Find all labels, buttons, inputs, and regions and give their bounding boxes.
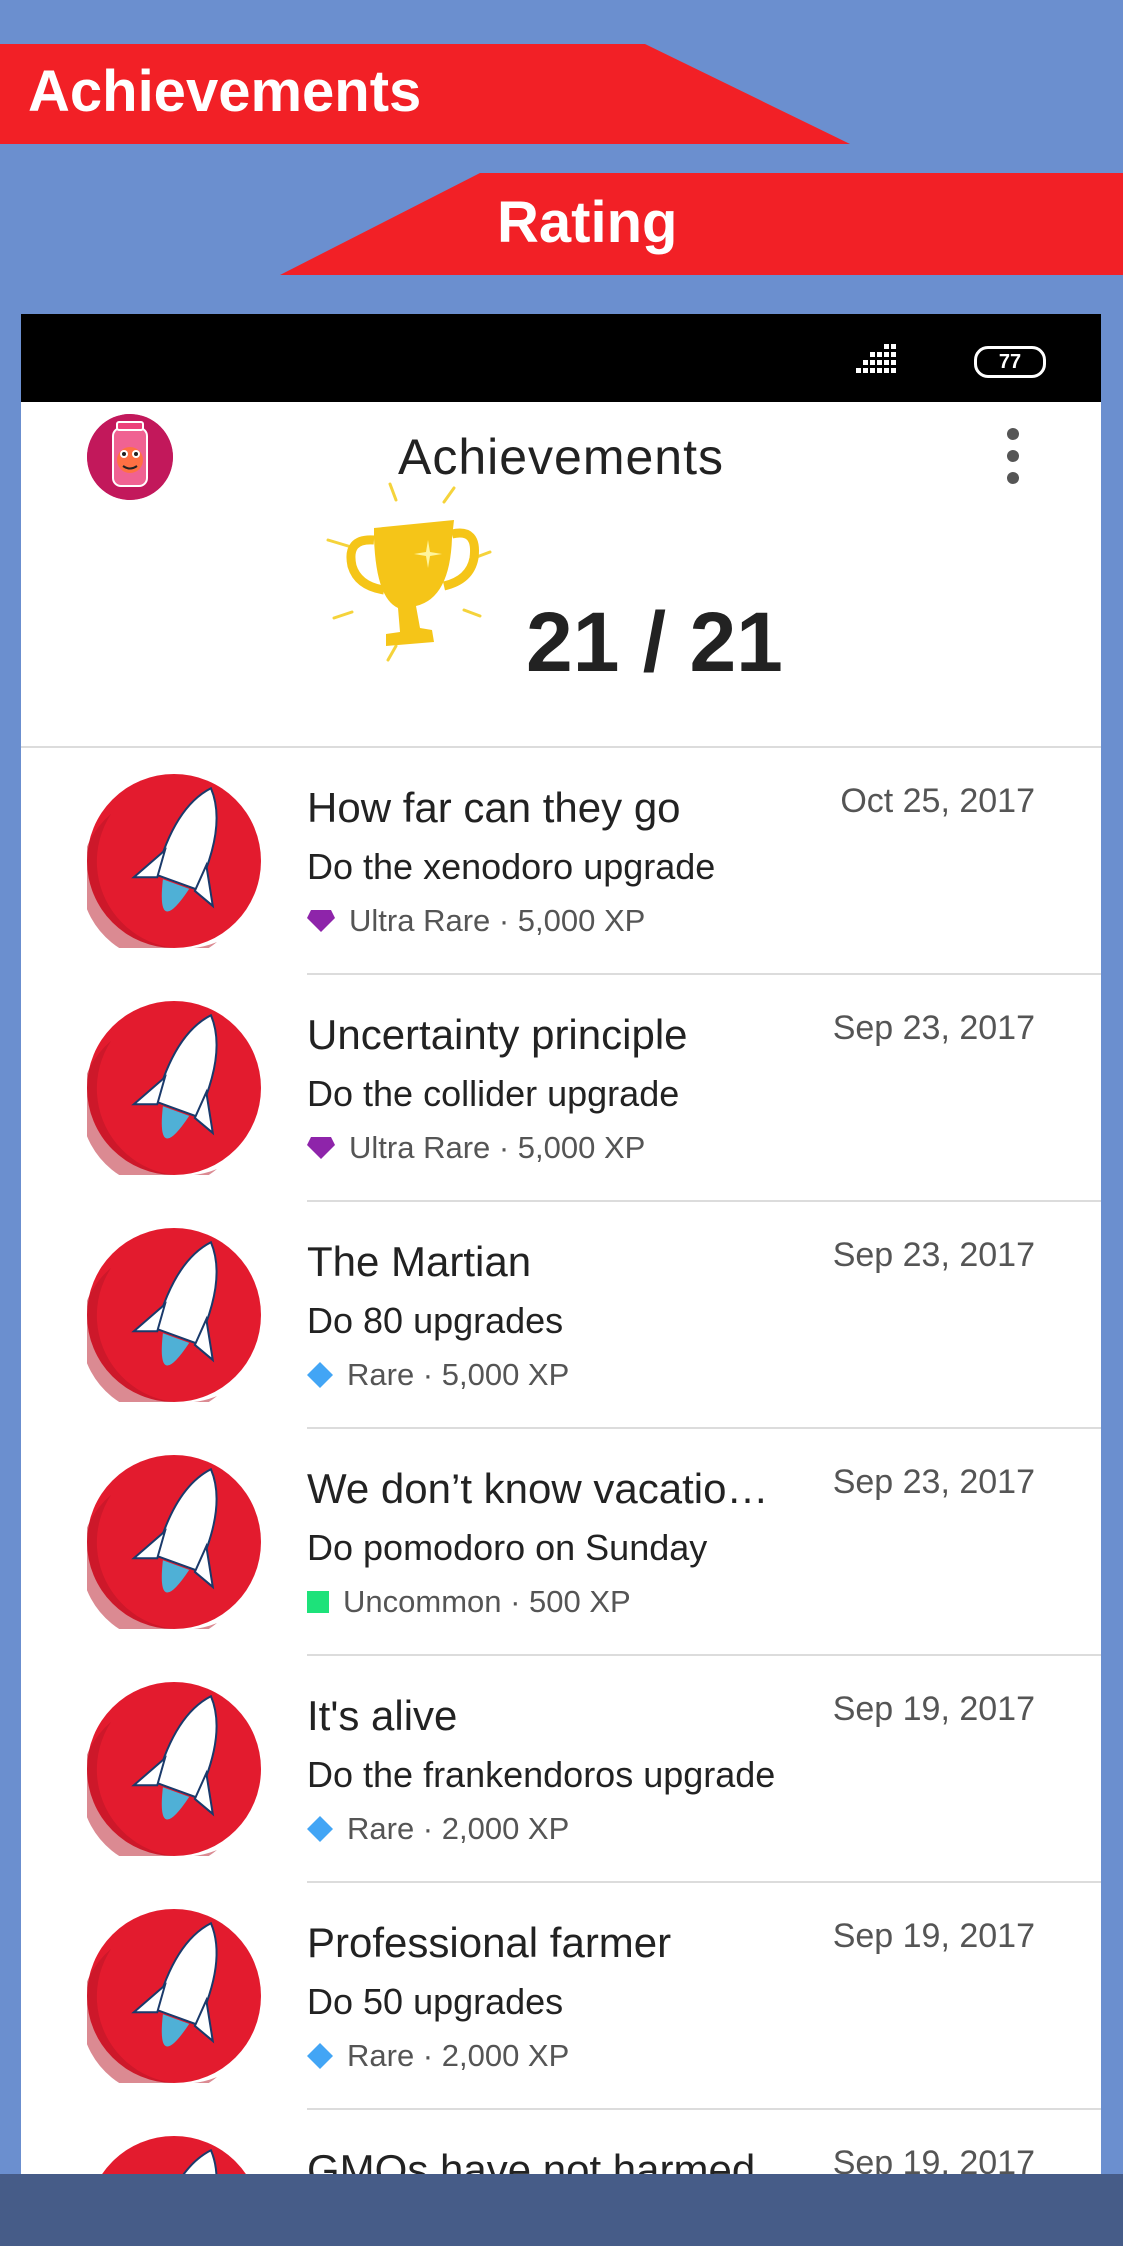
- achievements-banner: Achievements: [0, 44, 850, 144]
- gem-icon: [307, 1137, 335, 1159]
- achievement-meta: Rare · 2,000 XP: [307, 2038, 569, 2074]
- achievement-count: 21 / 21: [526, 595, 783, 689]
- achievement-title: Uncertainty principle: [307, 1011, 688, 1058]
- achievement-description: Do the collider upgrade: [307, 1073, 680, 1114]
- achievement-description: Do 80 upgrades: [307, 1300, 564, 1341]
- rocket-badge-icon: [87, 774, 261, 948]
- rocket-badge-icon: [87, 1682, 261, 1856]
- achievement-meta: Ultra Rare · 5,000 XP: [307, 1130, 645, 1166]
- achievement-description: Do pomodoro on Sunday: [307, 1527, 708, 1568]
- achievement-title: We don’t know vacation…: [307, 1465, 777, 1512]
- achievement-date: Sep 19, 2017: [832, 1917, 1035, 1955]
- achievement-description: Do the xenodoro upgrade: [307, 846, 716, 887]
- achievement-description: Do the frankendoros upgrade: [307, 1754, 776, 1795]
- achievement-title: Professional farmer: [307, 1919, 672, 1966]
- achievement-date: Sep 19, 2017: [832, 1690, 1035, 1728]
- square-icon: [307, 1591, 329, 1613]
- achievement-summary: 21 / 21: [21, 482, 1101, 748]
- battery-icon: 77: [974, 346, 1046, 378]
- achievement-rarity-xp: Rare · 2,000 XP: [347, 1811, 570, 1846]
- achievement-meta: Rare · 5,000 XP: [307, 1357, 569, 1393]
- app-bar: Achievements: [21, 402, 1101, 514]
- rating-banner: Rating: [280, 173, 1123, 275]
- rocket-badge-icon: [87, 1228, 261, 1402]
- achievement-description: Do 50 upgrades: [307, 1981, 564, 2022]
- list-item[interactable]: We don’t know vacation… Sep 23, 2017 Do …: [21, 1429, 1101, 1656]
- achievement-rarity-xp: Rare · 5,000 XP: [347, 1357, 570, 1392]
- diamond-icon: [307, 2043, 333, 2069]
- achievement-rarity-xp: Ultra Rare · 5,000 XP: [349, 1130, 646, 1165]
- diamond-icon: [307, 1362, 333, 1388]
- achievement-date: Sep 23, 2017: [832, 1236, 1035, 1274]
- trophy-icon: [326, 482, 492, 662]
- bottom-bar: [0, 2174, 1123, 2246]
- rating-banner-label: Rating: [497, 190, 678, 255]
- battery-level: 77: [998, 351, 1022, 373]
- achievement-rarity-xp: Ultra Rare · 5,000 XP: [349, 903, 646, 938]
- achievement-list: How far can they go Oct 25, 2017 Do the …: [21, 748, 1101, 2246]
- status-bar: 77: [21, 314, 1101, 402]
- rocket-badge-icon: [87, 1001, 261, 1175]
- list-item[interactable]: How far can they go Oct 25, 2017 Do the …: [21, 748, 1101, 975]
- diamond-icon: [307, 1816, 333, 1842]
- more-vert-icon[interactable]: [1006, 426, 1020, 486]
- rocket-badge-icon: [87, 1909, 261, 2083]
- list-item[interactable]: It's alive Sep 19, 2017 Do the frankendo…: [21, 1656, 1101, 1883]
- rocket-badge-icon: [87, 1455, 261, 1629]
- list-item[interactable]: The Martian Sep 23, 2017 Do 80 upgrades …: [21, 1202, 1101, 1429]
- achievement-rarity-xp: Rare · 2,000 XP: [347, 2038, 570, 2073]
- achievement-date: Oct 25, 2017: [840, 782, 1035, 820]
- achievement-meta: Rare · 2,000 XP: [307, 1811, 569, 1847]
- achievement-title: The Martian: [307, 1238, 532, 1285]
- list-item[interactable]: Professional farmer Sep 19, 2017 Do 50 u…: [21, 1883, 1101, 2110]
- achievements-banner-label: Achievements: [28, 59, 422, 124]
- achievement-date: Sep 23, 2017: [832, 1463, 1035, 1501]
- signal-icon: [856, 344, 896, 373]
- achievement-title: It's alive: [307, 1692, 458, 1739]
- achievement-meta: Uncommon · 500 XP: [307, 1584, 631, 1620]
- achievement-date: Sep 23, 2017: [832, 1009, 1035, 1047]
- achievement-title: How far can they go: [307, 784, 681, 831]
- list-item[interactable]: Uncertainty principle Sep 23, 2017 Do th…: [21, 975, 1101, 1202]
- achievement-meta: Ultra Rare · 5,000 XP: [307, 903, 645, 939]
- phone-screen: 77 Achievements 21 / 21 How far can they…: [21, 314, 1101, 2246]
- gem-icon: [307, 910, 335, 932]
- page-title: Achievements: [397, 429, 725, 485]
- achievement-rarity-xp: Uncommon · 500 XP: [343, 1584, 631, 1619]
